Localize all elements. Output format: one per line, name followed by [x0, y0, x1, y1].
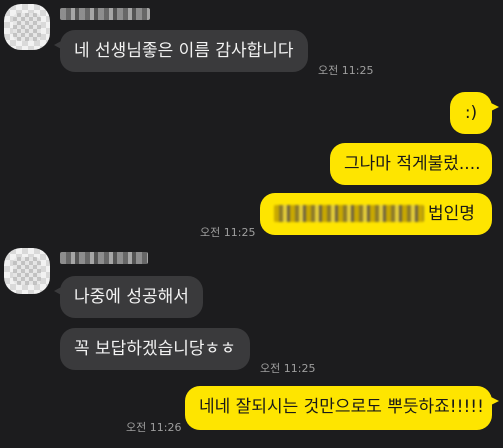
sender-name-redacted	[60, 252, 148, 264]
message-timestamp: 오전 11:26	[126, 421, 182, 434]
message-text: 꼭 보답하겠습니당ㅎㅎ	[74, 339, 236, 359]
message-text: 네네 잘되시는 것만으로도 뿌듯하죠!!!!!	[199, 397, 484, 417]
sender-name-redacted	[60, 8, 150, 20]
message-timestamp: 오전 11:25	[200, 226, 256, 239]
message-bubble-incoming[interactable]: 꼭 보답하겠습니당ㅎㅎ	[60, 328, 250, 370]
message-text: 그나마 적게불렀....	[344, 154, 481, 174]
message-timestamp: 오전 11:25	[318, 64, 374, 77]
message-text: :)	[464, 103, 478, 123]
message-bubble-outgoing[interactable]: 그나마 적게불렀....	[330, 143, 492, 185]
avatar-pixelated	[13, 257, 41, 285]
avatar-pixelated	[13, 13, 41, 41]
message-text: 네 선생님좋은 이름 감사합니다	[74, 41, 294, 61]
message-bubble-outgoing[interactable]: 네네 잘되시는 것만으로도 뿌듯하죠!!!!!	[185, 386, 499, 430]
sender-avatar[interactable]	[4, 248, 50, 294]
message-text: 나중에 성공해서	[74, 287, 189, 307]
message-bubble-outgoing[interactable]: :)	[450, 92, 499, 134]
message-bubble-incoming[interactable]: 나중에 성공해서	[54, 276, 203, 318]
redacted-company-name	[274, 205, 424, 222]
message-text: 법인명	[428, 204, 475, 224]
message-timestamp: 오전 11:25	[260, 362, 316, 375]
message-bubble-outgoing[interactable]: 법인명	[260, 193, 492, 235]
sender-avatar[interactable]	[4, 4, 50, 50]
message-bubble-incoming[interactable]: 네 선생님좋은 이름 감사합니다	[54, 30, 308, 72]
